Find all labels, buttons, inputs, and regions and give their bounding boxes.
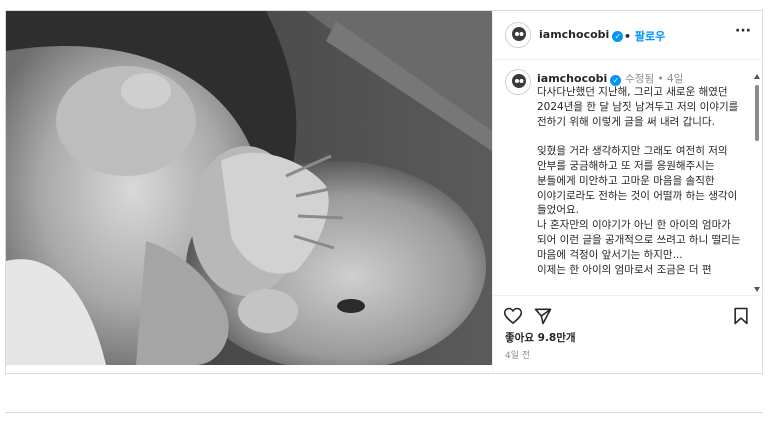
post-actions: 좋아요 9.8만개 4일 전 [493,295,763,374]
caption-text: 다사다난했던 지난해, 그리고 새로운 해였던 2024년을 한 달 남짓 남겨… [537,86,741,276]
caption-header: iamchocobi ✓ 수정됨 • 4일 [537,71,683,86]
meta-separator: • [654,73,667,85]
more-options-button[interactable]: ··· [735,23,751,39]
caption-scrollbar[interactable] [753,65,761,295]
scroll-up-arrow-icon [754,74,760,79]
follow-button[interactable]: • 팔로우 [624,28,665,44]
verified-badge-icon: ✓ [612,31,624,42]
post-header: iamchocobi ✓ • 팔로우 ··· [493,11,763,60]
caption-avatar-image [507,71,530,94]
like-count[interactable]: 좋아요 9.8만개 [505,330,576,345]
section-divider [5,412,763,413]
post-photo[interactable] [6,11,492,365]
author-avatar[interactable] [505,22,531,48]
edited-label: 수정됨 [625,73,655,85]
post-side-panel: iamchocobi ✓ • 팔로우 ··· iamchocobi ✓ 수정됨 • … [492,11,763,373]
author-username[interactable]: iamchocobi [539,28,609,41]
avatar-image [507,24,530,47]
heart-icon[interactable] [503,306,523,326]
paper-plane-icon[interactable] [533,306,553,326]
post-date[interactable]: 4일 전 [505,348,530,361]
scroll-down-arrow-icon [754,287,760,292]
bookmark-icon[interactable] [731,306,751,326]
follow-label[interactable]: 팔로우 [635,30,665,43]
caption-area: iamchocobi ✓ 수정됨 • 4일 다사다난했던 지난해, 그리고 새로운… [493,59,763,295]
caption-username[interactable]: iamchocobi [537,72,607,85]
caption-age: 4일 [667,73,684,85]
dot-separator: • [624,30,632,43]
post-card: iamchocobi ✓ • 팔로우 ··· iamchocobi ✓ 수정됨 • … [5,10,763,374]
caption-author-avatar[interactable] [505,69,531,95]
scrollbar-thumb [755,85,759,141]
post-photo-image [6,11,492,365]
author-username-row[interactable]: iamchocobi ✓ [539,28,624,42]
